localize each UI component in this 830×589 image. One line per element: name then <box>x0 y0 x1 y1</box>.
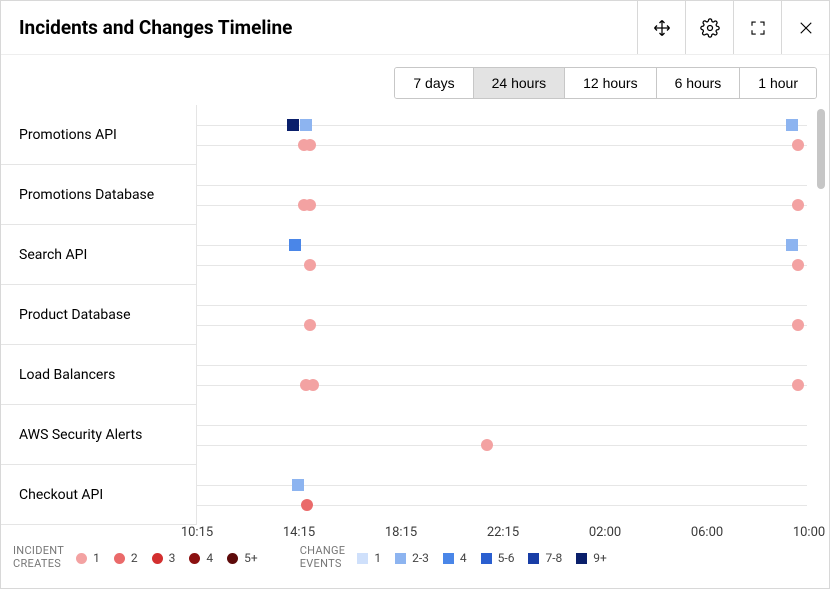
gridline <box>197 485 807 486</box>
range-button[interactable]: 7 days <box>395 68 473 98</box>
settings-button[interactable] <box>685 1 733 54</box>
incident-marker[interactable] <box>792 379 804 391</box>
row-label: Checkout API <box>1 465 197 525</box>
gridline <box>197 385 807 386</box>
legend-incident-item: 2 <box>114 551 138 565</box>
gridline <box>197 505 807 506</box>
x-axis-tick: 10:15 <box>181 525 213 540</box>
legend-changes-title: CHANGE EVENTS <box>300 545 346 570</box>
legend-incident-item: 3 <box>152 551 176 565</box>
row-labels: Promotions APIPromotions DatabaseSearch … <box>1 105 197 525</box>
legend-change-item: 4 <box>443 551 467 565</box>
range-button[interactable]: 1 hour <box>740 68 816 98</box>
gridline <box>197 265 807 266</box>
change-marker[interactable] <box>786 119 798 131</box>
legend-change-item: 1 <box>357 551 381 565</box>
incident-marker[interactable] <box>481 439 493 451</box>
fullscreen-icon <box>749 19 767 37</box>
change-marker[interactable] <box>300 119 312 131</box>
x-axis-tick: 02:00 <box>589 525 621 540</box>
close-icon <box>797 19 815 37</box>
gridline <box>197 205 807 206</box>
x-axis-tick: 10:00 <box>793 525 825 540</box>
incident-marker[interactable] <box>792 199 804 211</box>
range-button[interactable]: 6 hours <box>657 68 741 98</box>
gridline <box>197 365 807 366</box>
row-label: Product Database <box>1 285 197 345</box>
row-label: Promotions API <box>1 105 197 165</box>
legend-incident-item: 5+ <box>227 551 258 565</box>
legend-changes-items: 1 2-3 4 5-6 7-8 9+ <box>357 551 607 565</box>
x-axis-tick: 22:15 <box>487 525 519 540</box>
incident-marker[interactable] <box>792 259 804 271</box>
legend-incident-item: 4 <box>189 551 213 565</box>
x-axis-tick: 18:15 <box>385 525 417 540</box>
incident-marker[interactable] <box>301 499 313 511</box>
gridline <box>197 145 807 146</box>
legend: INCIDENT CREATES 12345+ CHANGE EVENTS 12… <box>13 540 817 576</box>
title-actions <box>637 1 829 54</box>
change-marker[interactable] <box>786 239 798 251</box>
legend-change-item: 7-8 <box>528 551 562 565</box>
x-axis-tick: 06:00 <box>691 525 723 540</box>
legend-change-item: 5-6 <box>481 551 515 565</box>
incident-marker[interactable] <box>304 139 316 151</box>
range-button[interactable]: 12 hours <box>565 68 656 98</box>
incident-marker[interactable] <box>307 379 319 391</box>
gridline <box>197 425 807 426</box>
gridline <box>197 325 807 326</box>
move-icon <box>652 18 672 38</box>
panel-root: Incidents and Changes Timeline <box>0 0 830 589</box>
incident-marker[interactable] <box>792 319 804 331</box>
fullscreen-button[interactable] <box>733 1 781 54</box>
legend-change-item: 9+ <box>576 551 607 565</box>
plot-area[interactable] <box>197 105 807 505</box>
range-selector: 7 days24 hours12 hours6 hours1 hour <box>394 67 817 99</box>
change-marker[interactable] <box>289 239 301 251</box>
legend-incidents-title: INCIDENT CREATES <box>13 545 64 570</box>
gear-icon <box>700 18 720 38</box>
titlebar: Incidents and Changes Timeline <box>1 1 829 55</box>
incident-marker[interactable] <box>304 319 316 331</box>
incident-marker[interactable] <box>304 259 316 271</box>
legend-incident-item: 1 <box>76 551 100 565</box>
change-marker[interactable] <box>292 479 304 491</box>
legend-incidents-items: 1234 5+ <box>76 551 258 565</box>
close-button[interactable] <box>781 1 829 54</box>
row-label: Search API <box>1 225 197 285</box>
vertical-scrollbar[interactable] <box>817 109 825 189</box>
gridline <box>197 185 807 186</box>
legend-change-item: 2-3 <box>395 551 429 565</box>
range-button[interactable]: 24 hours <box>474 68 565 98</box>
change-marker[interactable] <box>287 119 299 131</box>
gridline <box>197 305 807 306</box>
range-selector-row: 7 days24 hours12 hours6 hours1 hour <box>1 55 829 103</box>
gridline <box>197 445 807 446</box>
row-label: Promotions Database <box>1 165 197 225</box>
row-label: AWS Security Alerts <box>1 405 197 465</box>
chart-zone: Promotions APIPromotions DatabaseSearch … <box>1 105 829 588</box>
panel-title: Incidents and Changes Timeline <box>19 16 292 39</box>
row-label: Load Balancers <box>1 345 197 405</box>
incident-marker[interactable] <box>304 199 316 211</box>
move-button[interactable] <box>637 1 685 54</box>
incident-marker[interactable] <box>792 139 804 151</box>
x-axis-tick: 14:15 <box>283 525 315 540</box>
